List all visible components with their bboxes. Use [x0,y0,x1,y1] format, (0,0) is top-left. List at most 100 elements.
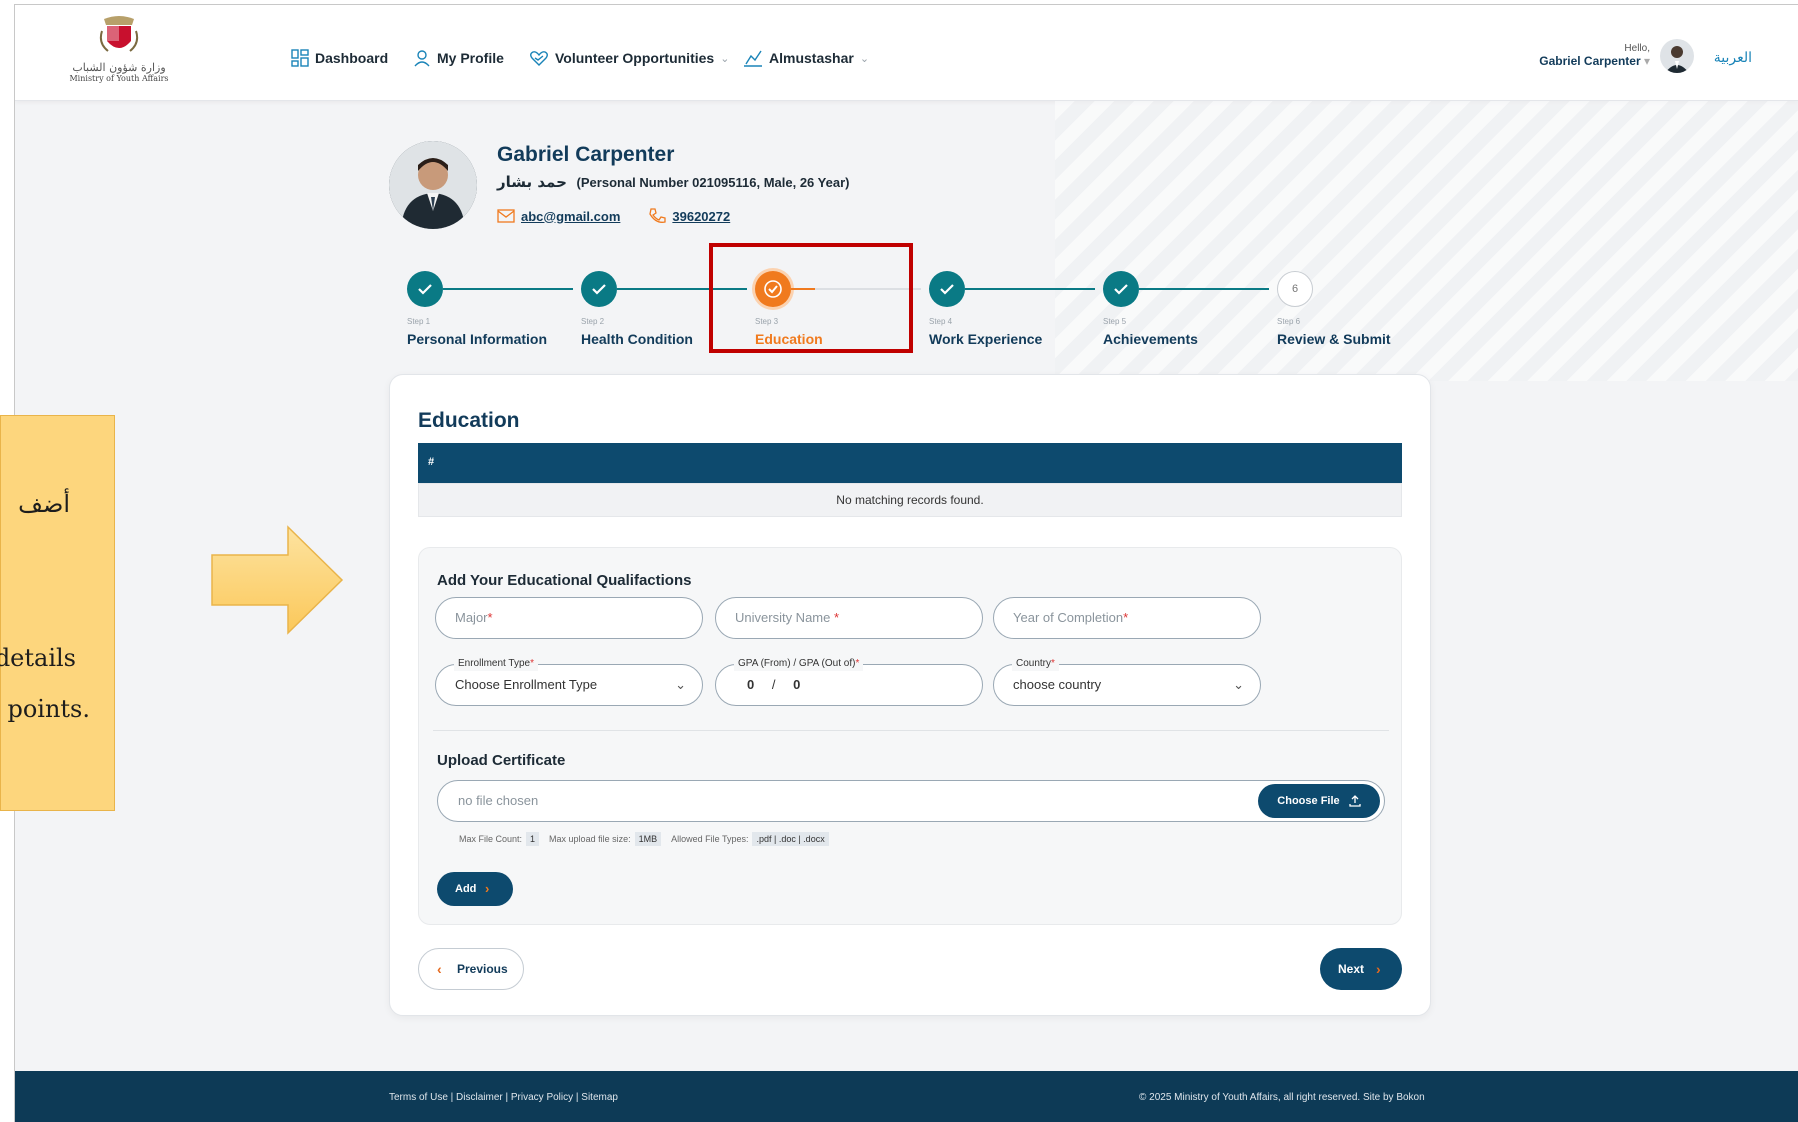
ministry-logo[interactable]: وزارة شؤون الشباب Ministry of Youth Affa… [65,13,173,101]
country-select[interactable]: Country* choose country ⌄ [993,657,1261,706]
nav-my-profile-label: My Profile [437,50,504,66]
enrollment-type-value: Choose Enrollment Type [455,677,598,692]
language-switch[interactable]: العربية [1714,49,1752,66]
major-input[interactable]: Major* [435,597,703,639]
chevron-down-icon: ⌄ [859,52,870,65]
gpa-label-text: GPA (From) / GPA (Out of) [738,658,856,669]
step-number: Step 5 [1103,317,1127,326]
chevron-right-icon: › [1376,961,1381,977]
profile-email-link[interactable]: abc@gmail.com [521,209,620,224]
user-avatar[interactable] [1660,39,1694,73]
nav-dashboard[interactable]: Dashboard [291,49,388,67]
max-file-count-value: 1 [526,832,540,846]
user-icon [414,50,430,67]
nav-volunteer-opportunities[interactable]: Volunteer Opportunities ⌄ [529,49,729,67]
person-avatar-icon [1665,46,1689,73]
chevron-down-icon: ⌄ [720,52,730,65]
gpa-from-value[interactable]: 0 [747,677,754,692]
caret-down-icon: ▾ [1643,54,1650,68]
chevron-right-icon: › [485,881,490,896]
step-label: Review & Submit [1277,331,1391,347]
user-menu[interactable]: Hello, Gabriel Carpenter ▾ [1539,43,1650,68]
choose-file-label: Choose File [1277,795,1340,807]
max-file-count-label: Max File Count: [459,834,523,844]
top-navigation-bar: وزارة شؤون الشباب Ministry of Youth Affa… [15,5,1798,101]
add-qualification-form: Add Your Educational Qualifactions Major… [418,547,1402,925]
required-mark: * [487,610,493,625]
enrollment-label-text: Enrollment Type [458,658,531,669]
footer-copyright: © 2025 Ministry of Youth Affairs, all ri… [1139,1092,1425,1103]
callout-text-line3: points. [7,695,90,723]
university-name-input[interactable]: University Name * [715,597,983,639]
step-connector [1139,288,1269,290]
step-number: Step 6 [1277,317,1301,326]
step-number-badge: 6 [1277,271,1313,307]
step-label: Achievements [1103,331,1198,347]
nav-almustashar[interactable]: Almustashar ⌄ [743,49,869,67]
enrollment-type-select[interactable]: Enrollment Type* Choose Enrollment Type … [435,657,703,706]
nav-volunteer-label: Volunteer Opportunities [555,50,715,66]
certificate-upload-field[interactable]: no file chosen Choose File [437,780,1385,822]
no-file-text: no file chosen [458,793,539,808]
grid-icon [291,49,309,67]
step-connector [443,288,573,290]
gpa-separator: / [771,677,776,692]
next-button[interactable]: Next › [1320,948,1402,990]
required-mark: * [1051,658,1055,669]
upload-title: Upload Certificate [437,752,566,769]
step-number: Step 2 [581,317,605,326]
check-icon [1103,271,1139,307]
step-label: Personal Information [407,331,548,347]
allowed-types-label: Allowed File Types: [671,834,749,844]
column-header-index: # [428,456,435,468]
greeting-text: Hello, [1624,43,1650,54]
heart-hand-icon [530,51,548,66]
choose-file-button[interactable]: Choose File [1258,784,1380,818]
add-button-label: Add [455,883,477,895]
callout-text-line1: أضف [18,490,70,518]
profile-details: حمد بشار (Personal Number 021095116, Mal… [497,173,849,191]
person-avatar-icon [389,141,477,229]
required-mark: * [530,658,534,669]
table-header: # [418,443,1402,483]
section-title: Education [418,409,520,432]
year-of-completion-input[interactable]: Year of Completion* [993,597,1261,639]
nav-almustashar-label: Almustashar [769,50,854,66]
upload-icon [1349,795,1361,807]
phone-icon [649,208,667,223]
arrow-right-icon [211,525,344,635]
chart-icon [744,50,762,67]
user-name-text: Gabriel Carpenter [1539,54,1641,68]
profile-name: Gabriel Carpenter [497,143,675,166]
mail-icon [497,209,515,223]
previous-button-label: Previous [457,962,508,976]
major-placeholder: Major [455,610,488,625]
divider [433,730,1389,731]
check-icon [581,271,617,307]
form-title: Add Your Educational Qualifactions [437,572,692,589]
next-button-label: Next [1338,962,1365,976]
gpa-out-of-value[interactable]: 0 [793,677,800,692]
allowed-types-value: .pdf | .doc | .docx [752,832,829,846]
university-placeholder: University Name [735,610,834,625]
footer-links[interactable]: Terms of Use | Disclaimer | Privacy Poli… [389,1092,618,1103]
education-card: Education # No matching records found. A… [389,374,1431,1016]
gpa-input[interactable]: GPA (From) / GPA (Out of)* 0 / 0 [715,657,983,706]
profile-contact: abc@gmail.com 39620272 [497,208,730,224]
add-button[interactable]: Add › [437,872,513,906]
file-constraints: Max File Count: 1 Max upload file size: … [459,832,839,846]
year-placeholder: Year of Completion [1013,610,1124,625]
country-label: Country* [1012,657,1059,671]
nav-my-profile[interactable]: My Profile [413,49,504,67]
emblem-icon [99,16,139,52]
profile-personal-info: (Personal Number 021095116, Male, 26 Yea… [576,175,850,190]
logo-arabic-text: وزارة شؤون الشباب [72,61,166,74]
step-number: Step 1 [407,317,431,326]
highlight-box [709,243,913,353]
max-file-size-value: 1MB [634,832,662,846]
step-label: Work Experience [929,331,1043,347]
previous-button[interactable]: ‹ Previous [418,948,524,990]
logo-english-text: Ministry of Youth Affairs [69,74,169,83]
profile-phone-link[interactable]: 39620272 [672,209,730,224]
callout-text-line2: details [0,644,76,672]
